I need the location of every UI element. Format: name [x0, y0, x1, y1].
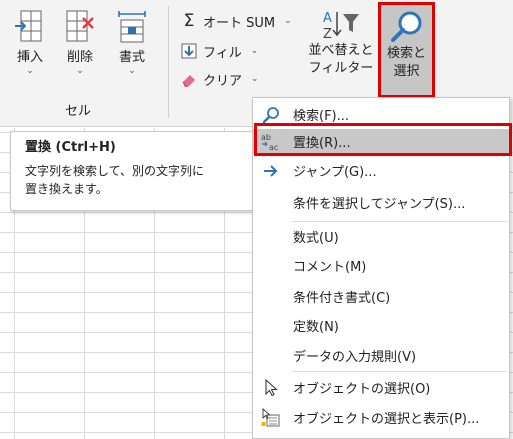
menu-item-formulas[interactable]: 数式(U): [253, 224, 509, 249]
magnifier-icon: [390, 11, 421, 42]
sort-filter-label-2: フィルター: [308, 61, 374, 76]
fill-label: フィル: [203, 45, 242, 61]
menu-item-conditional-formatting[interactable]: 条件付き書式(C): [253, 284, 509, 309]
sort-filter-button[interactable]: A Z 並べ替えと フィルター: [306, 6, 376, 78]
menu-item-label: 条件を選択してジャンプ(S)...: [293, 197, 466, 212]
menu-item-label: オブジェクトの選択(O): [293, 382, 431, 397]
eraser-icon: [182, 75, 195, 88]
format-label: 書式: [118, 50, 145, 65]
insert-button[interactable]: 挿入 ⌄: [8, 8, 52, 76]
replace-tooltip: 置換 (Ctrl+H) 文字列を検索して、別の文字列に 置き換えます。: [10, 131, 254, 211]
menu-item-data-validation[interactable]: データの入力規則(V): [253, 343, 509, 368]
svg-text:A: A: [323, 11, 332, 26]
chevron-down-icon: ⌄: [26, 66, 34, 76]
pointer-icon: [265, 378, 278, 396]
arrow-right-icon: [264, 164, 278, 177]
menu-item-label: コメント(M): [293, 260, 367, 275]
menu-divider: [291, 371, 507, 372]
group-divider: [168, 6, 169, 118]
chevron-down-icon: ⌄: [76, 66, 84, 76]
menu-item-select-objects[interactable]: オブジェクトの選択(O): [253, 375, 509, 400]
tooltip-body-line-1: 文字列を検索して、別の文字列に: [25, 164, 205, 178]
find-select-label-1: 検索と: [386, 46, 426, 61]
menu-item-label: オブジェクトの選択と表示(P)...: [293, 412, 480, 427]
clear-label: クリア: [203, 73, 243, 89]
format-cells-icon: [118, 11, 146, 43]
menu-item-constants[interactable]: 定数(N): [253, 313, 509, 338]
menu-item-label: ジャンプ(G)...: [293, 165, 377, 180]
delete-label: 削除: [66, 50, 93, 65]
delete-button[interactable]: 削除 ⌄: [58, 8, 102, 76]
menu-item-label: 定数(N): [293, 320, 339, 335]
menu-item-label: 検索(F)...: [293, 109, 350, 124]
chevron-down-icon: ⌄: [284, 16, 292, 26]
fill-down-icon: [181, 43, 197, 59]
sigma-icon: Σ: [183, 11, 195, 31]
tooltip-title: 置換 (Ctrl+H): [25, 140, 116, 155]
replace-highlight-frame: [254, 123, 512, 156]
menu-item-goto[interactable]: ジャンプ(G)...: [253, 158, 509, 183]
menu-item-label: 条件付き書式(C): [293, 291, 391, 306]
menu-item-label: 数式(U): [293, 231, 339, 246]
menu-item-label: データの入力規則(V): [293, 350, 417, 365]
search-icon: [262, 106, 279, 123]
sort-filter-label-1: 並べ替えと: [308, 43, 374, 58]
cells-group-label: セル: [64, 104, 91, 119]
selection-pane-icon: [261, 407, 280, 426]
delete-cells-icon: [66, 10, 94, 42]
autosum-button[interactable]: Σ オート SUM ⌄: [180, 10, 292, 32]
find-select-label-2: 選択: [393, 64, 420, 79]
svg-text:Z: Z: [323, 27, 332, 42]
fill-button[interactable]: フィル ⌄: [180, 40, 258, 62]
menu-item-selection-pane[interactable]: オブジェクトの選択と表示(P)...: [253, 405, 509, 430]
menu-divider: [291, 221, 507, 222]
tooltip-body-line-2: 置き換えます。: [25, 182, 108, 196]
sort-filter-icon: A Z: [323, 11, 359, 42]
chevron-down-icon: ⌄: [251, 74, 259, 84]
menu-item-goto-special[interactable]: 条件を選択してジャンプ(S)...: [253, 190, 509, 215]
clear-button[interactable]: クリア ⌄: [180, 68, 259, 90]
chevron-down-icon: ⌄: [250, 46, 259, 56]
menu-item-comments[interactable]: コメント(M): [253, 253, 509, 278]
format-button[interactable]: 書式 ⌄: [110, 8, 154, 76]
autosum-label: オート SUM: [203, 15, 276, 31]
insert-label: 挿入: [16, 50, 43, 65]
insert-cells-icon: [15, 10, 42, 42]
chevron-down-icon: ⌄: [128, 66, 136, 76]
find-select-button[interactable]: 検索と 選択: [378, 2, 435, 98]
